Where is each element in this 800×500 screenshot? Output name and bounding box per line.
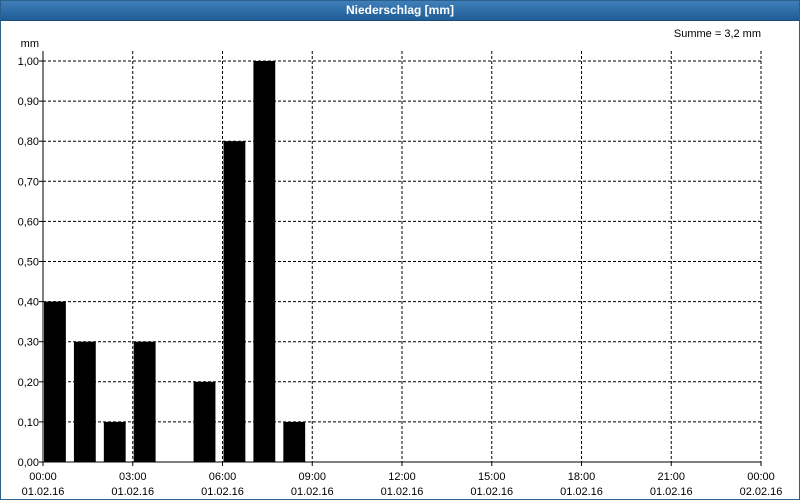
y-tick-label: 0,70: [18, 176, 39, 188]
x-tick-time-label: 06:00: [209, 471, 237, 483]
x-tick-time-label: 00:00: [747, 471, 775, 483]
x-tick-time-label: 18:00: [568, 471, 596, 483]
x-tick-time-label: 00:00: [29, 471, 57, 483]
y-tick-label: 0,90: [18, 96, 39, 108]
bar: [193, 381, 216, 462]
y-axis-unit: mm: [21, 38, 39, 50]
sum-label: Summe = 3,2 mm: [674, 28, 761, 40]
x-tick-date-label: 01.02.16: [201, 486, 244, 498]
y-tick-label: 0,20: [18, 377, 39, 389]
y-tick-label: 0,30: [18, 337, 39, 349]
x-tick-date-label: 01.02.16: [22, 486, 65, 498]
x-tick-time-label: 03:00: [119, 471, 147, 483]
x-tick-time-label: 21:00: [657, 471, 685, 483]
bar: [133, 341, 156, 462]
bar: [103, 421, 126, 462]
bar: [44, 301, 66, 462]
x-tick-date-label: 01.02.16: [291, 486, 334, 498]
x-tick-date-label: 02.02.16: [740, 486, 783, 498]
bar: [223, 141, 246, 462]
y-tick-label: 0,10: [18, 417, 39, 429]
y-tick-label: 1,00: [18, 56, 39, 68]
y-tick-label: 0,00: [18, 457, 39, 469]
y-tick-label: 0,60: [18, 216, 39, 228]
bar: [283, 421, 306, 462]
x-tick-date-label: 01.02.16: [381, 486, 424, 498]
x-tick-time-label: 12:00: [388, 471, 416, 483]
y-tick-label: 0,80: [18, 136, 39, 148]
x-tick-time-label: 15:00: [478, 471, 506, 483]
window-title: Niederschlag [mm]: [1, 1, 799, 21]
bar: [73, 341, 96, 462]
x-tick-date-label: 01.02.16: [470, 486, 513, 498]
chart-window: Niederschlag [mm] 0,00 0,10 0,20 0,30 0,40 0,…: [0, 0, 800, 500]
y-tick-label: 0,50: [18, 257, 39, 269]
bar: [253, 61, 276, 462]
x-tick-date-label: 01.02.16: [650, 486, 693, 498]
x-tick-time-label: 09:00: [298, 471, 326, 483]
y-tick-label: 0,40: [18, 297, 39, 309]
x-tick-date-label: 01.02.16: [560, 486, 603, 498]
x-tick-date-label: 01.02.16: [111, 486, 154, 498]
precipitation-chart: 0,00 0,10 0,20 0,30 0,40 0,50 0,60 0,70 0,80 0,90…: [18, 28, 783, 498]
